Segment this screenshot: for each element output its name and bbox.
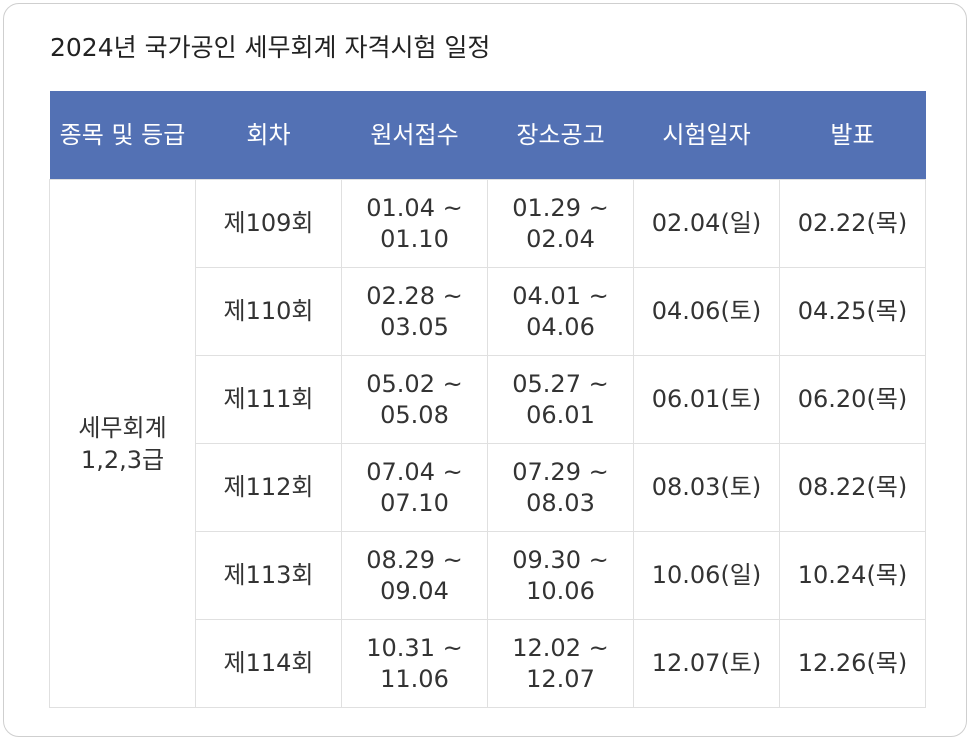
application-cell: 01.04 ~01.10 [341, 179, 488, 268]
round-cell: 제109회 [195, 179, 342, 268]
page-title: 2024년 국가공인 세무회계 자격시험 일정 [50, 33, 491, 62]
result-cell: 04.25(목) [779, 267, 926, 356]
result-cell: 06.20(목) [779, 355, 926, 444]
venue-notice-cell: 05.27 ~06.01 [487, 355, 634, 444]
result-cell: 02.22(목) [779, 179, 926, 268]
header-application: 원서접수 [341, 91, 488, 180]
application-cell: 02.28 ~03.05 [341, 267, 488, 356]
application-cell: 10.31 ~11.06 [341, 619, 488, 708]
exam-date-cell: 02.04(일) [633, 179, 780, 268]
exam-date-cell: 12.07(토) [633, 619, 780, 708]
table-row: 세무회계 1,2,3급 제109회 01.04 ~01.10 01.29 ~02… [49, 179, 926, 708]
venue-notice-cell: 07.29 ~08.03 [487, 443, 634, 532]
application-cell: 08.29 ~09.04 [341, 531, 488, 620]
application-cell: 05.02 ~05.08 [341, 355, 488, 444]
exam-schedule-table: 종목 및 등급 회차 원서접수 장소공고 시험일자 발표 세무회계 1,2,3급… [49, 91, 926, 708]
header-venue-notice: 장소공고 [487, 91, 634, 180]
result-cell: 12.26(목) [779, 619, 926, 708]
round-cell: 제112회 [195, 443, 342, 532]
header-category: 종목 및 등급 [49, 91, 196, 180]
exam-date-cell: 04.06(토) [633, 267, 780, 356]
round-cell: 제110회 [195, 267, 342, 356]
table-header-row: 종목 및 등급 회차 원서접수 장소공고 시험일자 발표 [49, 91, 926, 180]
venue-notice-cell: 01.29 ~02.04 [487, 179, 634, 268]
venue-notice-cell: 04.01 ~04.06 [487, 267, 634, 356]
venue-notice-cell: 09.30 ~10.06 [487, 531, 634, 620]
round-cell: 제114회 [195, 619, 342, 708]
application-cell: 07.04 ~07.10 [341, 443, 488, 532]
round-cell: 제111회 [195, 355, 342, 444]
category-name: 세무회계 [78, 413, 167, 442]
exam-date-cell: 08.03(토) [633, 443, 780, 532]
result-cell: 08.22(목) [779, 443, 926, 532]
exam-date-cell: 06.01(토) [633, 355, 780, 444]
round-cell: 제113회 [195, 531, 342, 620]
header-result: 발표 [779, 91, 926, 180]
exam-date-cell: 10.06(일) [633, 531, 780, 620]
header-round: 회차 [195, 91, 342, 180]
header-exam-date: 시험일자 [633, 91, 780, 180]
result-cell: 10.24(목) [779, 531, 926, 620]
category-cell: 세무회계 1,2,3급 [49, 179, 196, 708]
category-grades: 1,2,3급 [80, 445, 165, 474]
venue-notice-cell: 12.02 ~12.07 [487, 619, 634, 708]
